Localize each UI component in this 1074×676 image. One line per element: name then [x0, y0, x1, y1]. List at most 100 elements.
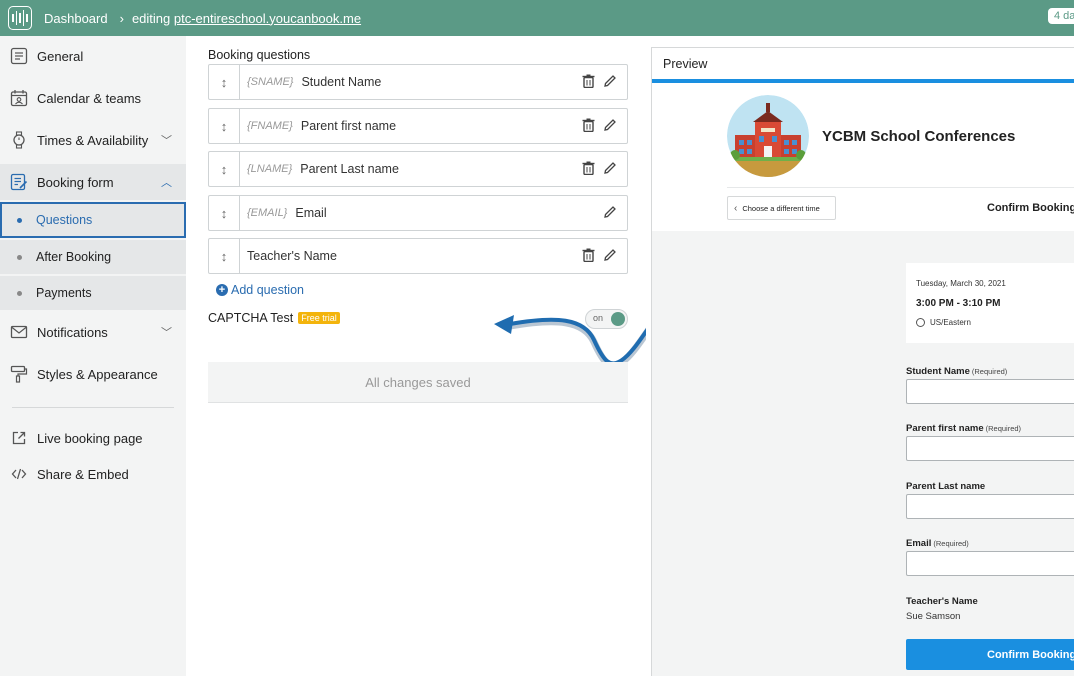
- sidebar-item-calendar[interactable]: Calendar & teams: [0, 80, 186, 116]
- toggle-label: on: [593, 313, 604, 323]
- drag-handle-icon[interactable]: ↕: [209, 196, 240, 230]
- question-tag: {FNAME}: [247, 120, 293, 132]
- choose-different-time-button[interactable]: ‹ Choose a different time: [727, 196, 836, 220]
- sidebar-item-times[interactable]: Times & Availability ﹀: [0, 122, 186, 158]
- sidebar-item-booking-form[interactable]: Booking form ︿: [0, 164, 186, 200]
- field-label-text: Student Name: [906, 366, 970, 377]
- confirm-booking-button[interactable]: Confirm Booking: [906, 639, 1074, 670]
- drag-handle-icon[interactable]: ↕: [209, 65, 240, 99]
- sidebar-subitem-after-booking[interactable]: After Booking: [0, 240, 186, 274]
- question-label: Parent first name: [300, 119, 397, 133]
- sidebar-subitem-payments[interactable]: Payments: [0, 276, 186, 310]
- pencil-icon[interactable]: [603, 118, 617, 132]
- subitem-label: After Booking: [36, 250, 112, 264]
- question-row[interactable]: ↕ Teacher's Name: [208, 238, 628, 274]
- app-logo-icon[interactable]: [8, 6, 32, 30]
- sidebar-subitem-questions[interactable]: Questions: [0, 202, 186, 238]
- timezone: US/Eastern: [916, 318, 971, 327]
- free-trial-badge: Free trial: [298, 312, 340, 324]
- pencil-icon[interactable]: [603, 74, 617, 88]
- preview-accent-bar: [652, 79, 1074, 83]
- teacher-name-label: Teacher's Name: [906, 596, 978, 607]
- question-row[interactable]: ↕ {LNAME} Parent Last name: [208, 151, 628, 187]
- field-label: Parent Last name: [906, 481, 987, 492]
- question-row[interactable]: ↕ {EMAIL} Email: [208, 195, 628, 231]
- booking-page-link[interactable]: ptc-entireschool.youcanbook.me: [174, 11, 361, 26]
- question-row[interactable]: ↕ {SNAME} Student Name: [208, 64, 628, 100]
- preview-divider: [727, 187, 1074, 188]
- calendar-icon: [9, 88, 29, 108]
- sidebar-item-label: Share & Embed: [37, 466, 129, 482]
- email-input[interactable]: [906, 551, 1074, 576]
- sidebar-item-label: Notifications: [37, 324, 108, 340]
- sidebar: General Calendar & teams Times & Availab…: [0, 36, 186, 676]
- field-label: Parent first name (Required): [906, 423, 1021, 434]
- appointment-time: 3:00 PM - 3:10 PM: [916, 298, 1001, 309]
- pencil-icon[interactable]: [603, 205, 617, 219]
- student-name-input[interactable]: [906, 379, 1074, 404]
- trash-icon[interactable]: [582, 248, 595, 262]
- breadcrumb-dashboard[interactable]: Dashboard: [44, 11, 108, 26]
- trash-icon[interactable]: [582, 118, 595, 132]
- breadcrumb-editing: editing ptc-entireschool.youcanbook.me: [132, 11, 361, 26]
- confirm-booking-heading: Confirm Booking: [987, 202, 1074, 214]
- back-label: Choose a different time: [742, 203, 820, 213]
- required-note: (Required): [971, 367, 1008, 376]
- sidebar-item-styles[interactable]: Styles & Appearance: [0, 356, 186, 392]
- chevron-up-icon[interactable]: ︿: [161, 174, 172, 190]
- pencil-icon[interactable]: [603, 248, 617, 262]
- top-bar: Dashboard › editing ptc-entireschool.you…: [0, 0, 1074, 36]
- trash-icon[interactable]: [582, 161, 595, 175]
- form-icon: [9, 172, 29, 192]
- sidebar-divider: [12, 407, 174, 408]
- drag-handle-icon[interactable]: ↕: [209, 239, 240, 273]
- trial-days-badge[interactable]: 4 da: [1048, 8, 1074, 24]
- parent-last-name-input[interactable]: [906, 494, 1074, 519]
- bullet-icon: [17, 254, 22, 260]
- general-icon: [9, 46, 29, 66]
- question-label: Email: [295, 206, 327, 220]
- question-tag: {LNAME}: [247, 163, 293, 175]
- subitem-label: Payments: [36, 286, 92, 300]
- drag-handle-icon[interactable]: ↕: [209, 109, 240, 143]
- chevron-right-icon: ›: [119, 10, 124, 26]
- sidebar-item-label: General: [37, 48, 84, 64]
- sidebar-item-label: Booking form: [37, 174, 114, 190]
- sidebar-item-general[interactable]: General: [0, 38, 186, 74]
- add-question-button[interactable]: + Add question: [216, 283, 304, 297]
- chevron-down-icon[interactable]: ﹀: [161, 132, 172, 148]
- appointment-card: Tuesday, March 30, 2021 3:00 PM - 3:10 P…: [906, 263, 1074, 343]
- school-logo-icon: [727, 95, 809, 177]
- editing-prefix: editing: [131, 10, 171, 26]
- question-row[interactable]: ↕ {FNAME} Parent first name: [208, 108, 628, 144]
- confirm-button-label: Confirm Booking: [987, 648, 1074, 661]
- drag-handle-icon[interactable]: ↕: [209, 152, 240, 186]
- sidebar-item-live-page[interactable]: Live booking page: [0, 420, 186, 456]
- booking-questions-panel: Booking questions ↕ {SNAME} Student Name…: [186, 36, 646, 676]
- question-tag: {SNAME}: [247, 76, 294, 88]
- mail-icon: [9, 322, 29, 342]
- sidebar-item-notifications[interactable]: Notifications ﹀: [0, 314, 186, 350]
- trash-icon[interactable]: [582, 74, 595, 88]
- pencil-icon[interactable]: [603, 161, 617, 175]
- appointment-date: Tuesday, March 30, 2021: [916, 279, 1006, 288]
- sidebar-item-share-embed[interactable]: Share & Embed: [0, 456, 186, 492]
- question-label: Student Name: [301, 75, 382, 89]
- field-label: Student Name (Required): [906, 366, 1007, 377]
- subitem-label: Questions: [36, 213, 93, 227]
- captcha-label: CAPTCHA Test: [208, 311, 294, 325]
- sidebar-item-label: Times & Availability: [37, 132, 149, 148]
- chevron-left-icon: ‹: [734, 202, 738, 214]
- question-label: Parent Last name: [300, 162, 399, 176]
- add-question-label: Add question: [231, 283, 304, 297]
- sidebar-item-label: Live booking page: [37, 430, 143, 446]
- sidebar-item-label: Calendar & teams: [37, 90, 142, 106]
- chevron-down-icon[interactable]: ﹀: [161, 324, 172, 340]
- paint-roller-icon: [9, 364, 29, 384]
- timezone-label: US/Eastern: [930, 318, 971, 327]
- field-label-text: Parent Last name: [906, 481, 986, 492]
- field-label-text: Email: [906, 538, 932, 549]
- parent-first-name-input[interactable]: [906, 436, 1074, 461]
- captcha-toggle[interactable]: on: [585, 309, 628, 329]
- external-link-icon: [9, 428, 29, 448]
